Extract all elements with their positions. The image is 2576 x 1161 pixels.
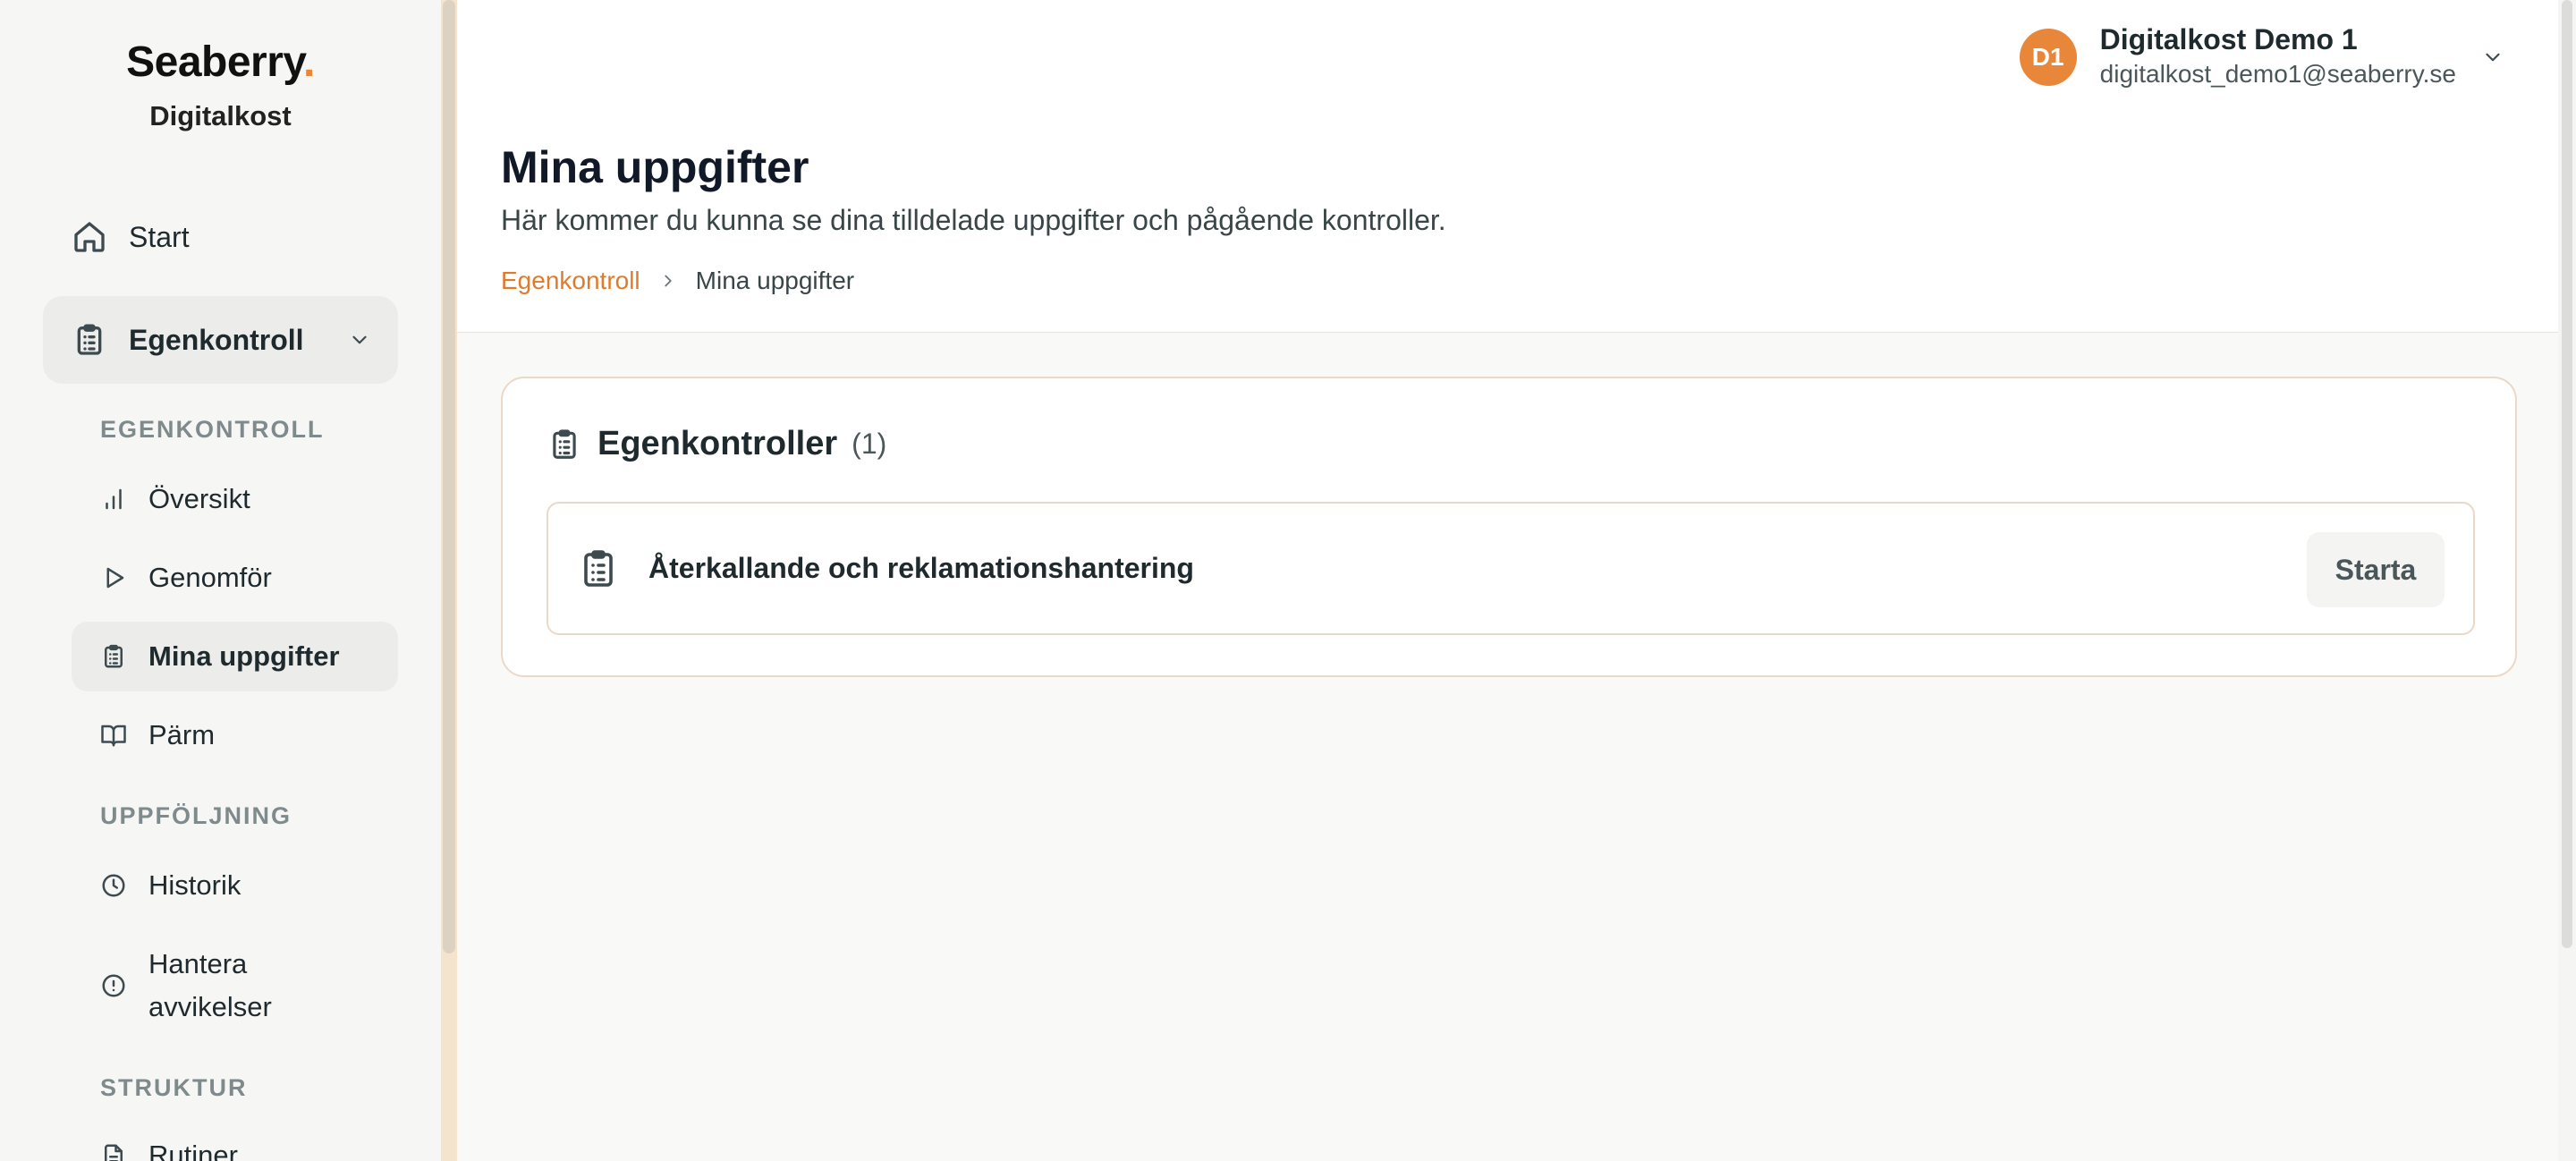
book-open-icon: [100, 722, 127, 749]
sidebar-item-mina-uppgifter[interactable]: Mina uppgifter: [72, 622, 398, 691]
page-header: Mina uppgifter Här kommer du kunna se di…: [457, 114, 2558, 333]
sidebar-item-oversikt[interactable]: Översikt: [72, 464, 398, 534]
task-name: Återkallande och reklamationshantering: [648, 552, 1194, 584]
breadcrumb-current: Mina uppgifter: [695, 267, 855, 294]
sidebar-item-label: Översikt: [148, 483, 250, 514]
sidebar-item-label: Hantera avvikelser: [148, 943, 272, 1029]
chevron-right-icon: [664, 275, 672, 287]
egenkontroller-card: Egenkontroller (1) Återkallande och rekl…: [501, 377, 2517, 677]
page-subtitle: Här kommer du kunna se dina tilldelade u…: [501, 204, 1446, 236]
clock-icon: [100, 872, 127, 899]
task-row[interactable]: Återkallande och reklamationshantering S…: [547, 502, 2475, 635]
page-title: Mina uppgifter: [501, 142, 809, 192]
file-text-icon: [100, 1142, 127, 1161]
sidebar-item-label-line-1: Hantera: [148, 948, 248, 979]
sidebar-item-egenkontroll[interactable]: Egenkontroll: [43, 296, 398, 384]
clipboard-list-icon: [72, 322, 107, 358]
user-info: Digitalkost Demo 1 digitalkost_demo1@sea…: [2100, 22, 2456, 92]
chevron-down-icon[interactable]: [2481, 46, 2504, 69]
card-title: Egenkontroller: [597, 425, 838, 462]
sidebar-item-rutiner[interactable]: Rutiner: [72, 1121, 398, 1161]
avatar: D1: [2019, 29, 2077, 86]
app-logo[interactable]: Seaberry.: [0, 38, 441, 87]
user-menu[interactable]: D1 Digitalkost Demo 1 digitalkost_demo1@…: [2019, 21, 2504, 93]
main-scrollbar-thumb[interactable]: [2562, 0, 2572, 948]
sidebar-item-parm[interactable]: Pärm: [72, 700, 398, 770]
top-header: D1 Digitalkost Demo 1 digitalkost_demo1@…: [457, 0, 2558, 115]
sidebar-item-label: Genomför: [148, 562, 272, 593]
sidebar-item-label: Rutiner: [148, 1140, 238, 1161]
sidebar-item-start[interactable]: Start: [43, 193, 398, 281]
bar-chart-icon: [100, 486, 127, 513]
home-icon: [72, 219, 107, 255]
start-button[interactable]: Starta: [2307, 532, 2445, 607]
logo-text: Seaberry: [126, 38, 304, 86]
section-label-uppfoljning: UPPFÖLJNING: [100, 802, 292, 829]
sidebar-item-genomfor[interactable]: Genomför: [72, 543, 398, 613]
breadcrumb-link-egenkontroll[interactable]: Egenkontroll: [501, 267, 640, 295]
sidebar-item-label-line-2: avvikelser: [148, 991, 272, 1022]
sidebar-item-label: Historik: [148, 869, 242, 901]
clipboard-list-icon: [100, 643, 127, 670]
alert-circle-icon: [100, 972, 127, 999]
section-label-struktur: STRUKTUR: [100, 1074, 248, 1101]
organization-name: Digitalkost: [149, 100, 292, 131]
sidebar-item-label: Mina uppgifter: [148, 640, 340, 672]
sidebar-item-label: Pärm: [148, 719, 216, 750]
sidebar-scrollbar-thumb[interactable]: [443, 0, 455, 953]
sidebar-item-hantera-avvikelser[interactable]: Hantera avvikelser: [72, 941, 398, 1030]
user-email: digitalkost_demo1@seaberry.se: [2099, 60, 2456, 88]
card-header: Egenkontroller (1): [547, 425, 886, 463]
play-icon: [100, 564, 127, 591]
sidebar-item-label: Start: [129, 220, 190, 253]
chevron-down-icon: [352, 335, 367, 344]
sidebar: Seaberry. Digitalkost Start Egenkontroll…: [0, 0, 441, 1161]
clipboard-list-icon: [584, 549, 613, 587]
sidebar-item-historik[interactable]: Historik: [72, 851, 398, 920]
logo-dot: .: [303, 38, 315, 86]
user-name: Digitalkost Demo 1: [2099, 23, 2358, 55]
card-count: (1): [852, 428, 887, 460]
breadcrumb: Egenkontroll Mina uppgifter: [501, 267, 854, 295]
section-label-egenkontroll: EGENKONTROLL: [100, 416, 325, 443]
clipboard-list-icon: [553, 428, 576, 459]
sidebar-item-label: Egenkontroll: [129, 323, 304, 356]
